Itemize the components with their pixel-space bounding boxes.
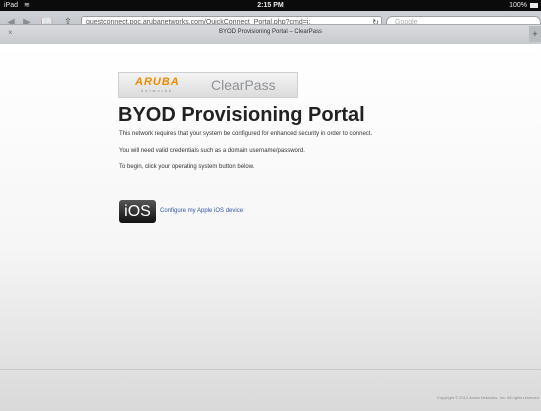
aruba-logo: ARUBA: [135, 76, 180, 88]
new-tab-button[interactable]: +: [529, 26, 541, 42]
web-page: ARUBA networks ClearPass BYOD Provisioni…: [0, 44, 541, 411]
clearpass-logo: ClearPass: [211, 77, 276, 93]
tab-bar: × BYOD Provisioning Portal – ClearPass +: [0, 24, 541, 45]
tab-title[interactable]: BYOD Provisioning Portal – ClearPass: [0, 29, 541, 35]
aruba-logo-subtitle: networks: [141, 88, 174, 93]
footer-divider: [0, 369, 541, 370]
intro-text-2: You will need valid credentials such as …: [119, 148, 305, 154]
battery-icon: [530, 3, 538, 8]
header-logo: ARUBA networks ClearPass: [118, 72, 298, 98]
configure-ios-link[interactable]: Configure my Apple iOS device: [160, 208, 243, 214]
intro-text-1: This network requires that your system b…: [119, 131, 373, 137]
copyright-text: Copyright © 2012 Aruba Networks, Inc. Al…: [436, 395, 539, 400]
ios-button[interactable]: iOS: [119, 200, 156, 223]
page-title: BYOD Provisioning Portal: [118, 104, 365, 126]
intro-text-3: To begin, click your operating system bu…: [119, 164, 255, 170]
battery-percent: 100%: [509, 2, 527, 9]
clock: 2:15 PM: [257, 2, 284, 9]
ios-status-bar: iPad ≋ 2:15 PM 100%: [0, 0, 541, 11]
